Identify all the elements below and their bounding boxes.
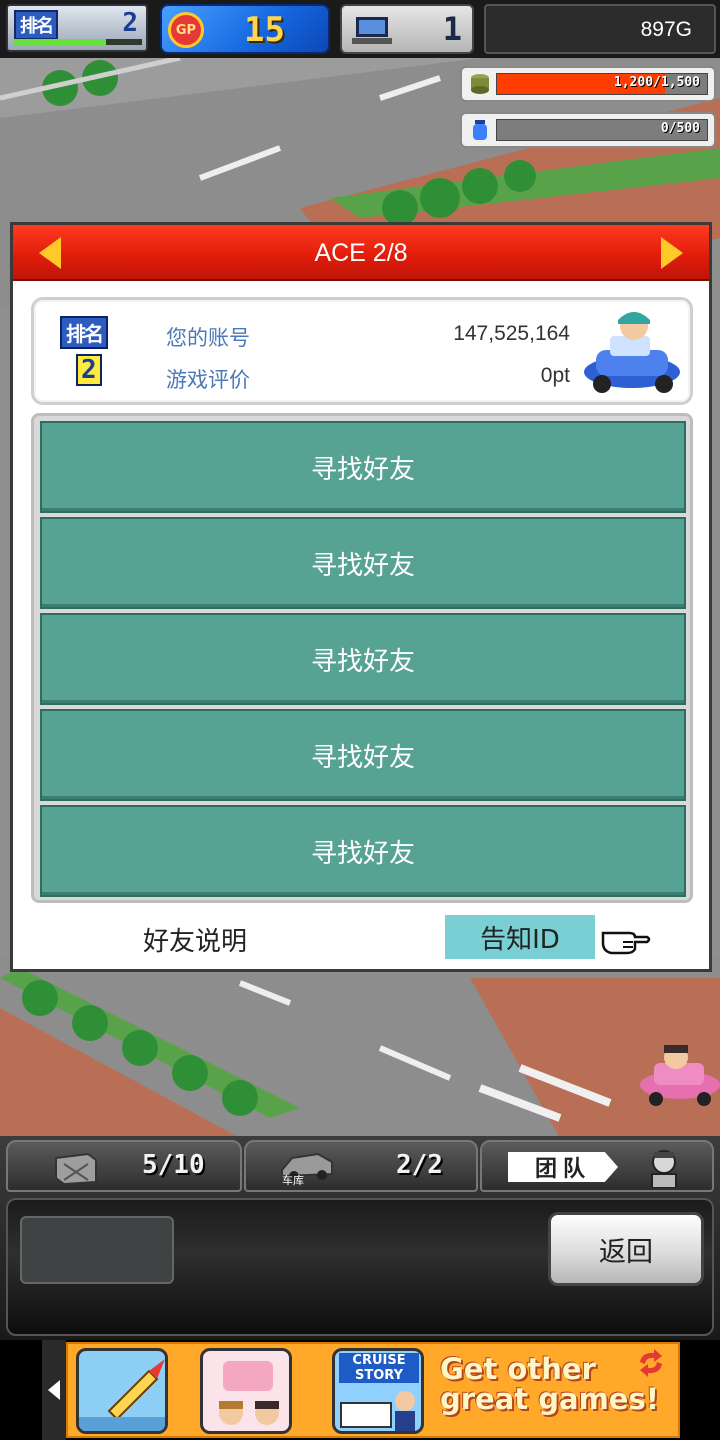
garage-tab[interactable]: 车库 2/2 [244,1140,478,1192]
ad-refresh-icon [640,1349,662,1377]
find-friend-button[interactable]: 寻找好友 [40,421,686,513]
ad-game-fashion[interactable] [200,1348,292,1434]
friend-help-link[interactable]: 好友说明 [143,921,247,958]
coin-stack-icon [471,74,489,94]
rank-value: 2 [122,8,138,38]
computer-value: 1 [442,10,462,48]
gold-counter: 897G [484,4,716,54]
cruise-story-title: CRUISE STORY [339,1353,419,1383]
gp-coin-icon: GP [168,12,204,48]
fuel-bottle-icon [473,120,487,140]
player-info-card: 排名 2 您的账号 147,525,164 游戏评价 0pt [31,297,693,405]
team-tab[interactable]: 团队 [480,1140,714,1192]
account-value: 147,525,164 [453,322,570,345]
team-member-icon [651,1150,677,1188]
parts-count: 5/10 [142,1150,205,1180]
pointing-hand-icon [601,931,651,955]
empty-slot [20,1216,174,1284]
rating-label: 游戏评价 [166,369,250,392]
parts-tab[interactable]: 5/10 [6,1140,242,1192]
dialog-header: ACE 2/8 [13,225,709,281]
fuel-meter: 0/500 [460,112,716,148]
money-meter-value: 1,200/1,500 [613,75,700,90]
friend-slot-list: 寻找好友 寻找好友 寻找好友 寻找好友 寻找好友 [31,413,693,903]
bottom-hud: 5/10 车库 2/2 团队 返回 [0,1136,720,1340]
rank-indicator[interactable]: 排名 2 [6,4,148,52]
back-button[interactable]: 返回 [548,1212,704,1286]
hud-panel: 返回 [6,1198,714,1336]
money-meter: 1,200/1,500 [460,66,716,102]
account-label: 您的账号 [166,327,250,350]
ad-slogan-line1: Get other [440,1352,596,1386]
team-label: 团队 [508,1152,618,1182]
rocket-game-icon [79,1359,165,1431]
find-friend-button[interactable]: 寻找好友 [40,709,686,801]
fashion-game-icon [219,1361,279,1425]
rating-value: 0pt [540,364,570,387]
rank-label: 排名 [14,10,58,40]
dialog-title: ACE 2/8 [314,239,408,267]
find-friend-button[interactable]: 寻找好友 [40,517,686,609]
ad-body[interactable]: CRUISE STORY Get other great games! [66,1342,680,1438]
gp-value: 15 [244,10,285,50]
gp-counter[interactable]: GP 15 [160,4,330,54]
ad-slogan: Get other great games! [440,1354,659,1414]
gold-value: 897G [640,18,692,41]
crate-icon [55,1152,97,1186]
rank-badge: 排名 [60,316,108,349]
ad-prev-arrow-icon[interactable] [42,1340,66,1440]
cruise-game-icon [340,1391,415,1431]
notify-id-button[interactable]: 告知ID [445,915,595,959]
rank-badge-value: 2 [76,354,102,386]
garage-label: 车库 [282,1174,304,1187]
rank-progress-bar [14,39,142,45]
computer-counter[interactable]: 1 [340,4,474,54]
find-friend-button[interactable]: 寻找好友 [40,805,686,897]
ad-game-rocket[interactable] [76,1348,168,1434]
ad-game-cruise[interactable]: CRUISE STORY [332,1348,424,1434]
computer-icon [352,17,392,44]
status-bar: 排名 2 GP 15 1 897G [0,0,720,58]
friends-dialog: ACE 2/8 排名 2 您的账号 147,525,164 游戏评价 0pt 寻… [10,222,712,972]
garage-count: 2/2 [396,1150,443,1180]
find-friend-button[interactable]: 寻找好友 [40,613,686,705]
fuel-meter-value: 0/500 [660,121,700,136]
next-page-arrow-icon[interactable] [661,237,683,269]
ad-banner[interactable]: CRUISE STORY Get other great games! [0,1340,720,1440]
ad-slogan-line2: great games! [440,1382,659,1416]
player-car-avatar-icon [584,312,680,393]
